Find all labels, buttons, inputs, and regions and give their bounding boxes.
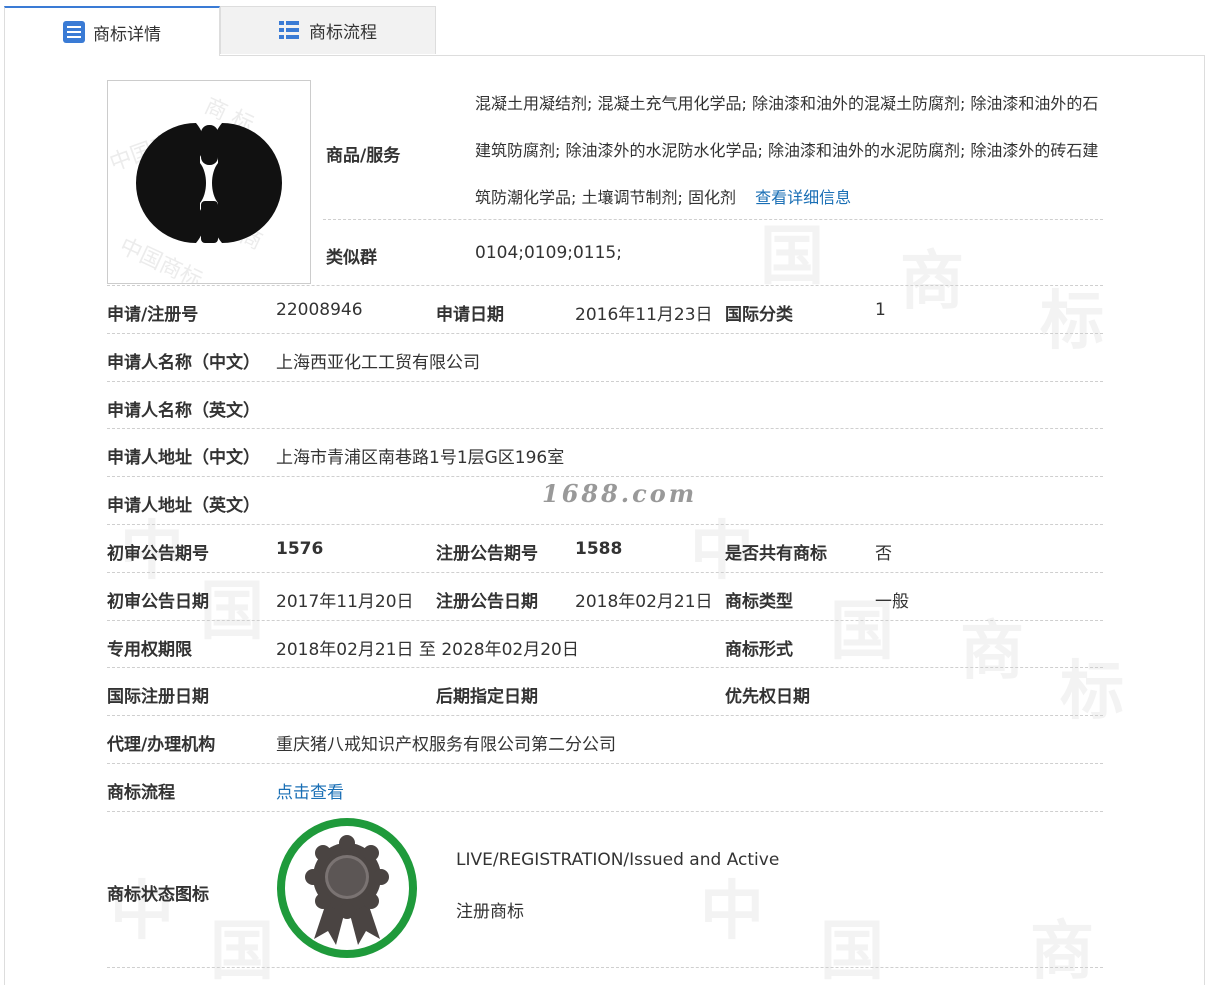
process-label: 商标流程	[107, 783, 175, 803]
registration-badge-icon	[276, 817, 418, 959]
apply-date-value: 2016年11月23日	[575, 305, 713, 325]
address-en-label: 申请人地址（英文）	[107, 496, 260, 516]
apply-date-label: 申请日期	[436, 305, 504, 325]
trademark-logo-icon: 商 标 中国商 国商 中国商标	[107, 94, 282, 294]
priority-date-label: 优先权日期	[725, 687, 810, 707]
address-cn-label: 申请人地址（中文）	[107, 448, 260, 468]
tab-trademark-details[interactable]: 商标详情	[4, 6, 220, 56]
row-divider	[107, 715, 1103, 716]
row-divider	[107, 333, 1103, 334]
similar-group-label: 类似群	[326, 248, 377, 268]
row-divider	[107, 763, 1103, 764]
row-divider	[107, 381, 1103, 382]
prelim-issue-value: 1576	[276, 539, 324, 559]
prelim-date-label: 初审公告日期	[107, 592, 209, 612]
reg-issue-label: 注册公告期号	[436, 544, 538, 564]
tab-label: 商标详情	[93, 24, 161, 45]
reg-issue-value: 1588	[575, 539, 623, 559]
intl-class-value: 1	[875, 300, 886, 320]
tab-bar: 商标详情 商标流程	[4, 6, 1214, 56]
goods-divider	[323, 219, 1103, 220]
tab-label: 商标流程	[309, 23, 377, 43]
exclusive-period-value: 2018年02月21日 至 2028年02月20日	[276, 640, 579, 660]
list-document-icon	[63, 21, 85, 43]
exclusive-period-label: 专用权期限	[107, 640, 192, 660]
status-icon-label: 商标状态图标	[107, 885, 209, 905]
agent-label: 代理/办理机构	[107, 735, 216, 755]
grid-list-icon	[279, 20, 301, 42]
shared-value: 否	[875, 544, 892, 564]
applicant-cn-label: 申请人名称（中文）	[107, 353, 260, 373]
reg-no-label: 申请/注册号	[107, 305, 199, 325]
address-cn-value: 上海市青浦区南巷路1号1层G区196室	[276, 448, 565, 468]
reg-no-value: 22008946	[276, 300, 363, 320]
row-divider	[107, 524, 1103, 525]
reg-date-value: 2018年02月21日	[575, 592, 713, 612]
agent-value: 重庆猪八戒知识产权服务有限公司第二分公司	[276, 735, 616, 755]
site-watermark: 1688.com	[542, 479, 698, 508]
row-divider	[107, 620, 1103, 621]
prelim-issue-label: 初审公告期号	[107, 544, 209, 564]
view-details-link[interactable]: 查看详细信息	[755, 188, 851, 207]
shared-label: 是否共有商标	[725, 544, 827, 564]
intl-reg-date-label: 国际注册日期	[107, 687, 209, 707]
row-divider	[107, 285, 1103, 286]
status-cn: 注册商标	[456, 902, 524, 922]
row-divider	[107, 476, 1103, 477]
row-divider	[107, 811, 1103, 812]
trademark-image[interactable]: 商 标 中国商 国商 中国商标	[107, 80, 311, 294]
status-en: LIVE/REGISTRATION/Issued and Active	[456, 850, 780, 870]
row-divider	[107, 967, 1103, 968]
goods-services-value: 混凝土用凝结剂; 混凝土充气用化学品; 除油漆和油外的混凝土防腐剂; 除油漆和油…	[475, 80, 1100, 221]
row-divider	[107, 667, 1103, 668]
tab-trademark-process[interactable]: 商标流程	[220, 6, 436, 54]
tm-form-label: 商标形式	[725, 640, 793, 660]
tm-type-label: 商标类型	[725, 592, 793, 612]
similar-group-value: 0104;0109;0115;	[475, 243, 622, 263]
applicant-en-label: 申请人名称（英文）	[107, 401, 260, 421]
row-divider	[107, 572, 1103, 573]
applicant-cn-value: 上海西亚化工工贸有限公司	[276, 353, 480, 373]
later-designation-label: 后期指定日期	[436, 687, 538, 707]
reg-date-label: 注册公告日期	[436, 592, 538, 612]
intl-class-label: 国际分类	[725, 305, 793, 325]
goods-services-label: 商品/服务	[326, 146, 401, 166]
tm-type-value: 一般	[875, 592, 909, 612]
process-view-link[interactable]: 点击查看	[276, 778, 344, 803]
prelim-date-value: 2017年11月20日	[276, 592, 414, 612]
row-divider	[107, 428, 1103, 429]
